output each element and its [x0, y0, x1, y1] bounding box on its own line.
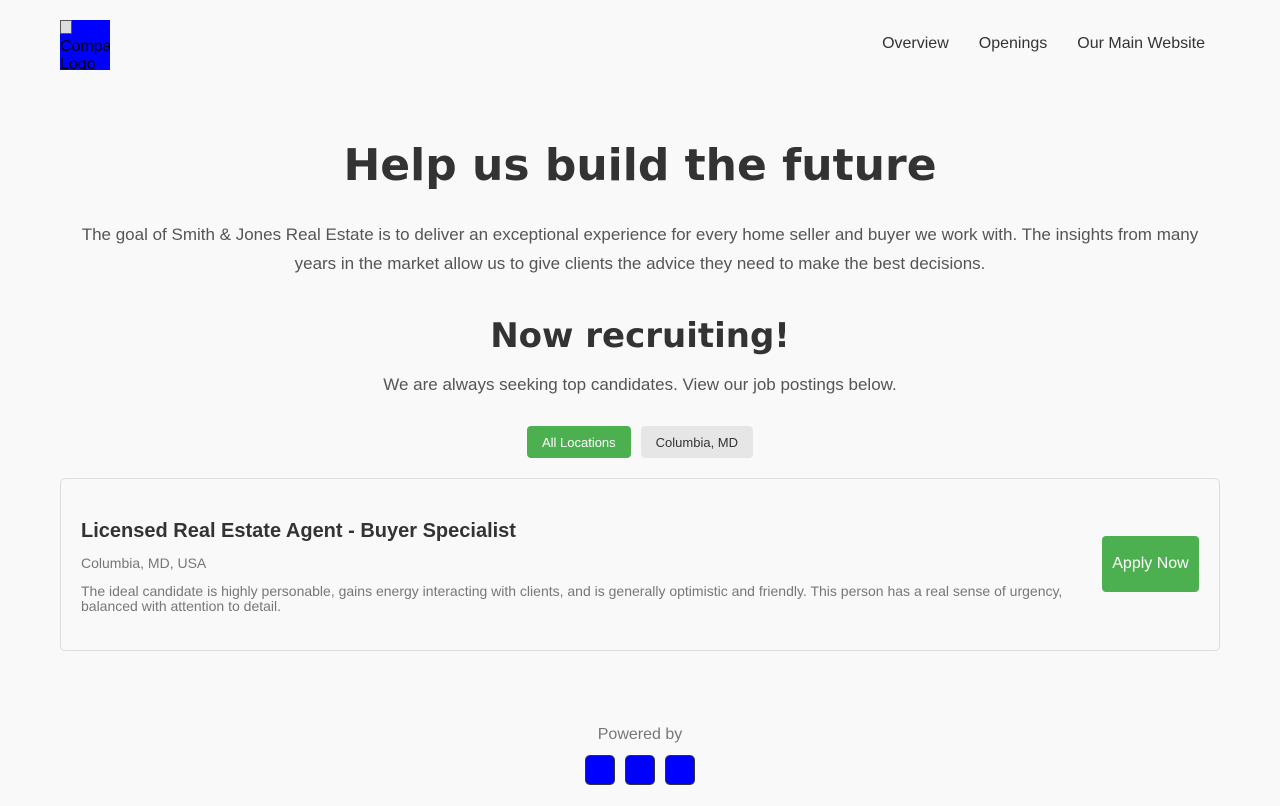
partner-logo-2-icon[interactable]: [625, 755, 655, 785]
recruiting-description: We are always seeking top candidates. Vi…: [383, 375, 897, 394]
job-description: The ideal candidate is highly personable…: [81, 583, 1063, 614]
main-nav: Overview Openings Our Main Website: [867, 34, 1220, 54]
hero-description: The goal of Smith & Jones Real Estate is…: [81, 225, 1199, 273]
location-filters: All Locations Columbia, MD: [0, 426, 1280, 458]
powered-by-label: Powered by: [597, 726, 683, 743]
job-title[interactable]: Licensed Real Estate Agent - Buyer Speci…: [81, 519, 1101, 543]
site-header: Company Logo Overview Openings Our Main …: [0, 0, 1280, 90]
partner-logos: [0, 755, 1280, 785]
recruiting-title: Now recruiting!: [490, 316, 790, 356]
job-card: Licensed Real Estate Agent - Buyer Speci…: [60, 478, 1220, 651]
partner-logo-1-icon[interactable]: [585, 755, 615, 785]
company-logo[interactable]: Company Logo: [60, 20, 110, 70]
partner-logo-3-icon[interactable]: [665, 755, 695, 785]
filter-columbia-md[interactable]: Columbia, MD: [640, 426, 754, 458]
filter-all-locations[interactable]: All Locations: [526, 426, 631, 458]
job-info: Licensed Real Estate Agent - Buyer Speci…: [81, 519, 1101, 614]
nav-link-openings[interactable]: Openings: [964, 34, 1063, 54]
logo-alt-text: Company Logo: [60, 38, 110, 70]
nav-link-overview[interactable]: Overview: [867, 34, 964, 54]
apply-now-button[interactable]: Apply Now: [1102, 536, 1199, 592]
job-location: Columbia, MD, USA: [81, 555, 207, 571]
broken-image-icon: [60, 20, 72, 34]
nav-link-main-website[interactable]: Our Main Website: [1062, 34, 1220, 54]
hero-title: Help us build the future: [343, 140, 937, 191]
